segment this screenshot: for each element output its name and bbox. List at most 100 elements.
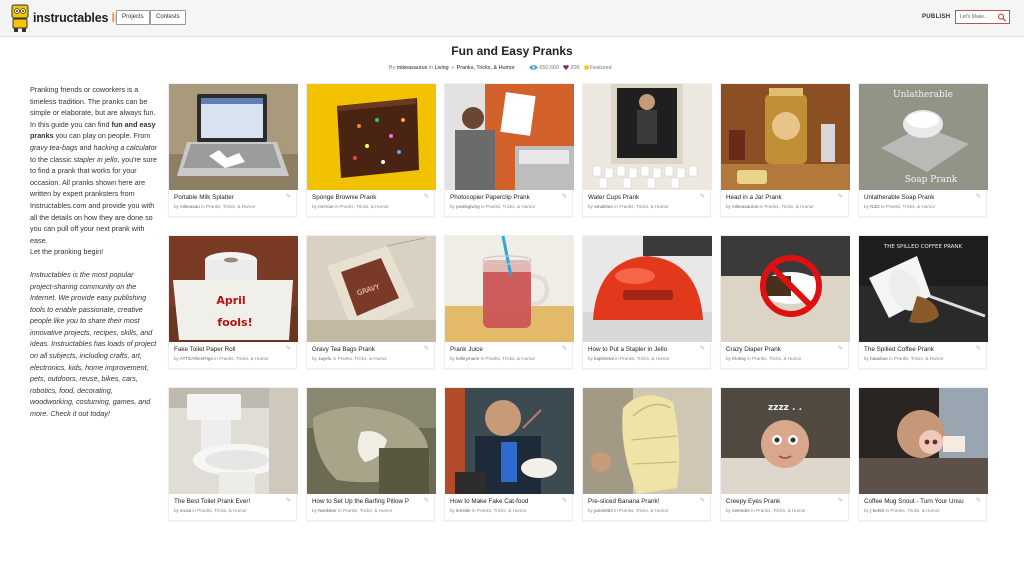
pin-icon[interactable]: ✎ xyxy=(562,193,567,200)
project-category[interactable]: Pranks, Tricks, & Humor xyxy=(486,356,536,361)
project-title[interactable]: How to Set Up the Barfing Pillow P xyxy=(312,498,426,505)
pin-icon[interactable]: ✎ xyxy=(424,193,429,200)
project-author[interactable]: mikeasaurus xyxy=(732,204,758,209)
pin-icon[interactable]: ✎ xyxy=(700,193,705,200)
project-category[interactable]: Pranks, Tricks, & Humor xyxy=(620,356,670,361)
pin-icon[interactable]: ✎ xyxy=(976,345,981,352)
project-title[interactable]: Portable Milk Splatter xyxy=(174,194,288,201)
project-category[interactable]: Pranks, Tricks, & Humor xyxy=(219,356,269,361)
project-author[interactable]: Nerdsker xyxy=(318,508,337,513)
project-category[interactable]: Pranks, Tricks, & Humor xyxy=(486,204,536,209)
project-category[interactable]: Pranks, Tricks, & Humor xyxy=(890,508,940,513)
project-card[interactable]: The Best Toilet Prank Ever! by snola in P… xyxy=(168,387,298,521)
pin-icon[interactable]: ✎ xyxy=(700,345,705,352)
project-card[interactable]: Photocopier Paperclip Prank by prankgivin… xyxy=(444,83,574,217)
project-title[interactable]: Fake Toilet Paper Roll xyxy=(174,346,288,353)
project-card[interactable]: Head in a Jar Prank by mikeasaurus in Pra… xyxy=(720,83,850,217)
project-card[interactable]: How to Make Fake Cat-food by lemiste in P… xyxy=(444,387,574,521)
author-link[interactable]: mikeasaurus xyxy=(397,65,428,71)
project-thumbnail[interactable] xyxy=(721,236,850,342)
contests-nav-button[interactable]: Contests xyxy=(150,10,186,25)
project-card[interactable]: Unlatherable Soap Prank Unlatherable Soap … xyxy=(858,83,988,217)
project-author[interactable]: snola xyxy=(180,508,191,513)
project-author[interactable]: jamie053 xyxy=(594,508,613,513)
project-author[interactable]: Klokay xyxy=(732,356,746,361)
project-thumbnail[interactable] xyxy=(859,388,988,494)
project-thumbnail[interactable]: GRAVY xyxy=(307,236,436,342)
project-author[interactable]: lemiste xyxy=(456,508,471,513)
pin-icon[interactable]: ✎ xyxy=(976,497,981,504)
pin-icon[interactable]: ✎ xyxy=(838,497,843,504)
project-title[interactable]: Photocopier Paperclip Prank xyxy=(450,194,564,201)
project-card[interactable]: April fools! Fake Toilet Paper Roll by ATTE… xyxy=(168,235,298,369)
project-title[interactable]: How to Make Fake Cat-food xyxy=(450,498,564,505)
pin-icon[interactable]: ✎ xyxy=(424,497,429,504)
project-category[interactable]: Pranks, Tricks, & Humor xyxy=(619,204,669,209)
project-card[interactable]: Portable Milk Splatter by mikeasau in Pra… xyxy=(168,83,298,217)
project-title[interactable]: Water Cups Prank xyxy=(588,194,702,201)
project-card[interactable]: Sponge Brownie Prank by mrcrow in Pranks,… xyxy=(306,83,436,217)
project-thumbnail[interactable]: THE SPILLED COFFEE PRANK xyxy=(859,236,988,342)
project-card[interactable]: Crazy Diaper Prank by Klokay in Pranks, T… xyxy=(720,235,850,369)
project-author[interactable]: j-bet93 xyxy=(870,508,884,513)
pin-icon[interactable]: ✎ xyxy=(838,193,843,200)
project-card[interactable]: zzzz . . Creepy Eyes Prank by seemder in P… xyxy=(720,387,850,521)
project-category[interactable]: Pranks, Tricks, & Humor xyxy=(338,356,388,361)
project-title[interactable]: Creepy Eyes Prank xyxy=(726,498,840,505)
project-thumbnail[interactable] xyxy=(583,84,712,190)
pin-icon[interactable]: ✎ xyxy=(286,497,291,504)
project-thumbnail[interactable]: April fools! xyxy=(169,236,298,342)
project-title[interactable]: Pre-sliced Banana Prank! xyxy=(588,498,702,505)
project-category[interactable]: Pranks, Tricks, & Humor xyxy=(339,204,389,209)
project-card[interactable]: How to Put a Stapler in Jello by kaplmeta… xyxy=(582,235,712,369)
search-input[interactable]: Let's Make... xyxy=(955,10,1010,24)
project-card[interactable]: THE SPILLED COFFEE PRANK The Spilled Coff… xyxy=(858,235,988,369)
project-thumbnail[interactable] xyxy=(445,388,574,494)
project-author[interactable]: kelleymarie xyxy=(456,356,479,361)
project-title[interactable]: The Best Toilet Prank Ever! xyxy=(174,498,288,505)
project-category[interactable]: Pranks, Tricks, & Humor xyxy=(764,204,814,209)
project-card[interactable]: Coffee Mug Snout - Turn Your Unsu by j-be… xyxy=(858,387,988,521)
project-title[interactable]: Unlatherable Soap Prank xyxy=(864,194,978,201)
projects-nav-button[interactable]: Projects xyxy=(116,10,150,25)
project-category[interactable]: Pranks, Tricks, & Humor xyxy=(752,356,802,361)
project-title[interactable]: Crazy Diaper Prank xyxy=(726,346,840,353)
subcategory-link[interactable]: Pranks, Tricks, & Humor xyxy=(457,65,515,71)
project-title[interactable]: The Spilled Coffee Prank xyxy=(864,346,978,353)
project-card[interactable]: GRAVY Gravy Tea Bags Prank by Jayelu in Pr… xyxy=(306,235,436,369)
pin-icon[interactable]: ✎ xyxy=(700,497,705,504)
project-title[interactable]: Gravy Tea Bags Prank xyxy=(312,346,426,353)
project-card[interactable]: Prank Juice by kelleymarie in Pranks, Tri… xyxy=(444,235,574,369)
project-author[interactable]: mrcrow xyxy=(318,204,333,209)
project-title[interactable]: How to Put a Stapler in Jello xyxy=(588,346,702,353)
project-category[interactable]: Pranks, Tricks, & Humor xyxy=(477,508,527,513)
publish-link[interactable]: PUBLISH xyxy=(922,14,950,20)
project-thumbnail[interactable] xyxy=(445,236,574,342)
project-thumbnail[interactable] xyxy=(445,84,574,190)
search-icon[interactable] xyxy=(997,13,1007,22)
project-category[interactable]: Pranks, Tricks, & Humor xyxy=(756,508,806,513)
project-author[interactable]: ATTEAthenRIgo xyxy=(180,356,213,361)
project-author[interactable]: N3i3 xyxy=(870,204,879,209)
project-thumbnail[interactable] xyxy=(583,388,712,494)
project-author[interactable]: Jayelu xyxy=(318,356,331,361)
project-title[interactable]: Prank Juice xyxy=(450,346,564,353)
project-thumbnail[interactable] xyxy=(583,236,712,342)
category-link[interactable]: Living xyxy=(435,65,449,71)
project-card[interactable]: Pre-sliced Banana Prank! by jamie053 in P… xyxy=(582,387,712,521)
project-author[interactable]: baasbue xyxy=(870,356,888,361)
pin-icon[interactable]: ✎ xyxy=(424,345,429,352)
project-thumbnail[interactable] xyxy=(169,84,298,190)
project-thumbnail[interactable]: zzzz . . xyxy=(721,388,850,494)
project-thumbnail[interactable] xyxy=(307,84,436,190)
project-title[interactable]: Sponge Brownie Prank xyxy=(312,194,426,201)
project-category[interactable]: Pranks, Tricks, & Humor xyxy=(886,204,936,209)
pin-icon[interactable]: ✎ xyxy=(286,345,291,352)
pin-icon[interactable]: ✎ xyxy=(286,193,291,200)
project-category[interactable]: Pranks, Tricks, & Humor xyxy=(619,508,669,513)
project-category[interactable]: Pranks, Tricks, & Humor xyxy=(343,508,393,513)
project-author[interactable]: kaplmetal xyxy=(594,356,614,361)
project-author[interactable]: mikeasau xyxy=(180,204,200,209)
project-card[interactable]: Water Cups Prank by amakhan in Pranks, Tr… xyxy=(582,83,712,217)
project-title[interactable]: Head in a Jar Prank xyxy=(726,194,840,201)
